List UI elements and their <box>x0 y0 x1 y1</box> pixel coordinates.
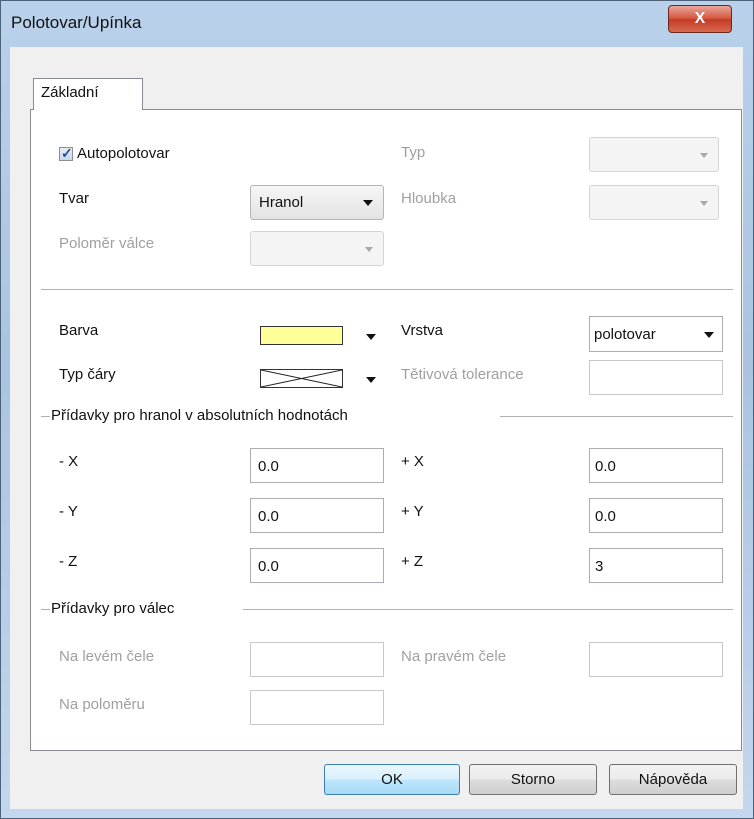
na-pravem-cele-input[interactable] <box>589 642 723 677</box>
tvar-value: Hranol <box>259 194 304 211</box>
autopolotovar-label[interactable]: Autopolotovar <box>77 145 170 162</box>
chevron-down-icon <box>700 153 708 158</box>
na-levem-cele-input[interactable] <box>250 642 384 677</box>
polomer-valce-label: Poloměr válce <box>59 235 155 252</box>
typ-cary-label: Typ čáry <box>59 366 116 383</box>
polomer-valce-select[interactable] <box>250 231 384 266</box>
tab-zakladni[interactable]: Základní <box>33 78 143 110</box>
close-icon: X <box>694 10 706 27</box>
color-swatch <box>260 326 343 345</box>
barva-label: Barva <box>59 322 99 339</box>
plus-y-input[interactable]: 0.0 <box>589 498 723 533</box>
minus-y-label: - Y <box>59 503 78 520</box>
group-line <box>41 416 50 417</box>
barva-color-picker[interactable] <box>250 317 384 355</box>
na-polomeru-label: Na poloměru <box>59 696 145 713</box>
chevron-down-icon <box>366 334 376 340</box>
hranol-group-title: Přídavky pro hranol v absolutních hodnot… <box>51 407 348 424</box>
title-bar[interactable]: Polotovar/Upínka X <box>1 1 753 47</box>
hloubka-select[interactable] <box>589 185 719 220</box>
dialog-window: Polotovar/Upínka X Základní ✓ Autopoloto… <box>0 0 754 819</box>
minus-z-input[interactable]: 0.0 <box>250 548 384 583</box>
tetivova-tolerance-label: Tětivová tolerance <box>401 366 524 383</box>
ok-button[interactable]: OK <box>324 764 460 795</box>
na-levem-cele-label: Na levém čele <box>59 648 155 665</box>
na-polomeru-input[interactable] <box>250 690 384 725</box>
plus-y-value: 0.0 <box>595 508 616 525</box>
dialog-client-area: Základní ✓ Autopolotovar Typ Tvar Hranol… <box>10 47 743 809</box>
plus-y-label: + Y <box>401 503 424 520</box>
plus-z-input[interactable]: 3 <box>589 548 723 583</box>
chevron-down-icon <box>704 332 714 338</box>
tab-panel: ✓ Autopolotovar Typ Tvar Hranol Hloubka … <box>30 109 742 751</box>
chevron-down-icon <box>365 247 373 252</box>
typ-select[interactable] <box>589 137 719 172</box>
autopolotovar-checkbox[interactable]: ✓ <box>59 145 73 161</box>
line-type-icon <box>260 369 343 388</box>
plus-z-value: 3 <box>595 558 604 575</box>
group-line <box>243 609 733 610</box>
typ-label: Typ <box>401 144 426 161</box>
plus-x-value: 0.0 <box>595 458 616 475</box>
chevron-down-icon <box>363 200 373 206</box>
group-line <box>500 416 733 417</box>
na-pravem-cele-label: Na pravém čele <box>401 648 507 665</box>
napoveda-button[interactable]: Nápověda <box>609 764 737 795</box>
vrstva-value: polotovar <box>594 326 656 343</box>
minus-x-value: 0.0 <box>258 458 279 475</box>
plus-x-label: + X <box>401 453 424 470</box>
minus-y-input[interactable]: 0.0 <box>250 498 384 533</box>
valec-group-title: Přídavky pro válec <box>51 600 175 617</box>
hloubka-label: Hloubka <box>401 190 457 207</box>
minus-x-input[interactable]: 0.0 <box>250 448 384 483</box>
minus-z-value: 0.0 <box>258 558 279 575</box>
group-line <box>41 609 50 610</box>
vrstva-label: Vrstva <box>401 322 443 339</box>
minus-y-value: 0.0 <box>258 508 279 525</box>
chevron-down-icon <box>366 377 376 383</box>
tab-zakladni-label: Základní <box>41 84 99 101</box>
tvar-label: Tvar <box>59 190 89 207</box>
plus-z-label: + Z <box>401 553 424 570</box>
minus-x-label: - X <box>59 453 79 470</box>
minus-z-label: - Z <box>59 553 78 570</box>
plus-x-input[interactable]: 0.0 <box>589 448 723 483</box>
separator <box>41 289 733 290</box>
vrstva-select[interactable]: polotovar <box>589 316 723 352</box>
close-button[interactable]: X <box>668 5 732 33</box>
chevron-down-icon <box>700 201 708 206</box>
tetivova-tolerance-input[interactable] <box>589 360 723 395</box>
checkmark-icon: ✓ <box>61 145 73 161</box>
typ-cary-select[interactable] <box>250 360 384 398</box>
tvar-select[interactable]: Hranol <box>250 185 384 220</box>
window-title: Polotovar/Upínka <box>11 13 142 32</box>
storno-button[interactable]: Storno <box>469 764 597 795</box>
